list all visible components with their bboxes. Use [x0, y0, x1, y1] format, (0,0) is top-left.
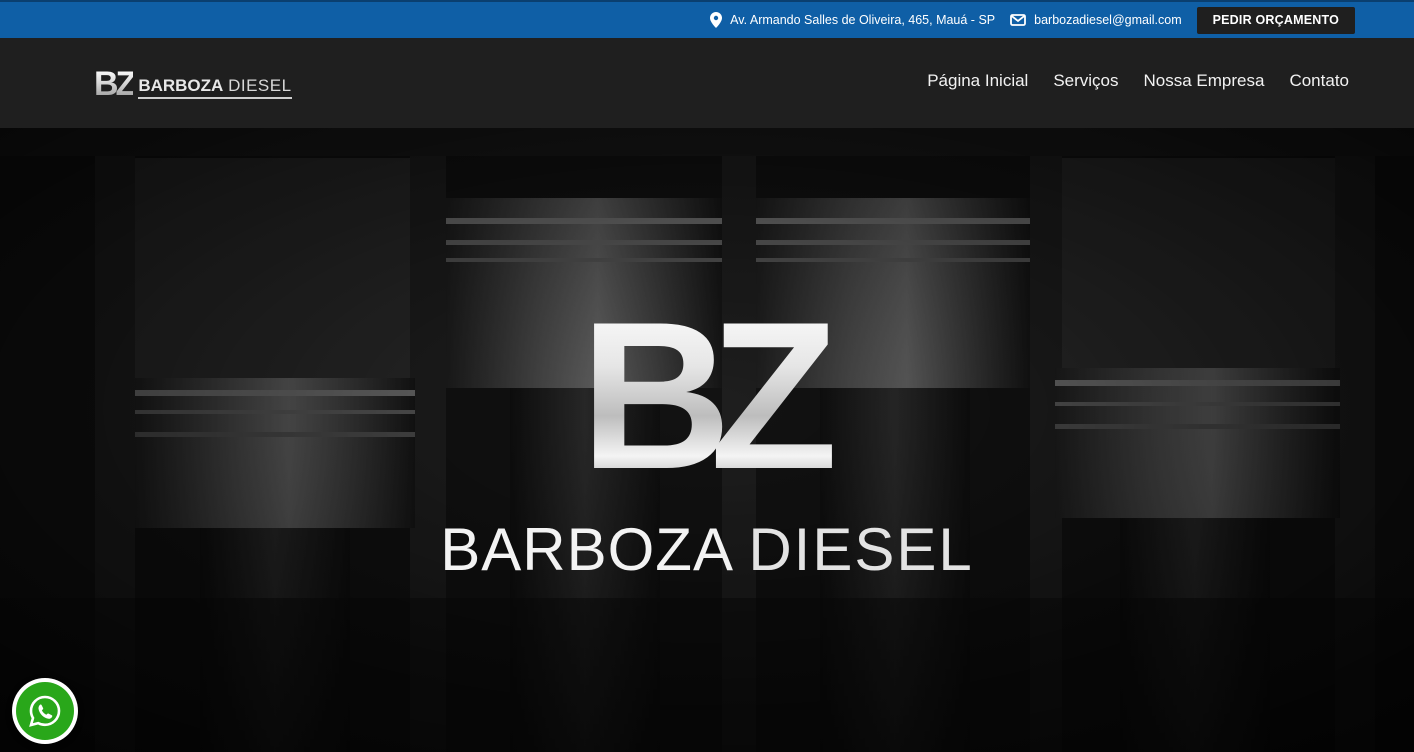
email-info[interactable]: barbozadiesel@gmail.com	[1010, 13, 1182, 27]
request-quote-button[interactable]: PEDIR ORÇAMENTO	[1196, 6, 1355, 34]
top-contact-bar: Av. Armando Salles de Oliveira, 465, Mau…	[0, 0, 1414, 38]
main-nav: Página Inicial Serviços Nossa Empresa Co…	[902, 71, 1349, 91]
hero-title: BARBOZA DIESEL	[0, 518, 1414, 582]
hero-title-light: DIESEL	[748, 516, 974, 583]
logo-wordmark: BARBOZA DIESEL	[138, 76, 292, 99]
nav-item-contact[interactable]: Contato	[1289, 71, 1349, 91]
hero-brand: BZ BARBOZA DIESEL	[0, 128, 1414, 752]
site-header: BZ BARBOZA DIESEL Página Inicial Serviço…	[0, 38, 1414, 128]
hero-banner: BZ BARBOZA DIESEL	[0, 128, 1414, 752]
address-info: Av. Armando Salles de Oliveira, 465, Mau…	[710, 12, 995, 28]
logo-name-light: DIESEL	[228, 76, 292, 95]
whatsapp-icon	[29, 695, 61, 727]
whatsapp-icon-wrap	[16, 682, 74, 740]
hero-logo-mark: BZ	[0, 291, 1414, 501]
envelope-icon	[1010, 14, 1027, 26]
nav-item-home[interactable]: Página Inicial	[927, 71, 1028, 91]
map-pin-icon	[710, 12, 723, 28]
address-text: Av. Armando Salles de Oliveira, 465, Mau…	[730, 13, 996, 27]
whatsapp-button[interactable]	[12, 678, 78, 744]
site-logo[interactable]: BZ BARBOZA DIESEL	[94, 65, 292, 103]
nav-item-services[interactable]: Serviços	[1053, 71, 1118, 91]
email-link[interactable]: barbozadiesel@gmail.com	[1034, 13, 1181, 27]
logo-name-bold: BARBOZA	[138, 76, 224, 95]
nav-item-company[interactable]: Nossa Empresa	[1144, 71, 1265, 91]
hero-title-bold: BARBOZA	[440, 516, 731, 583]
logo-mark: BZ	[94, 65, 136, 103]
